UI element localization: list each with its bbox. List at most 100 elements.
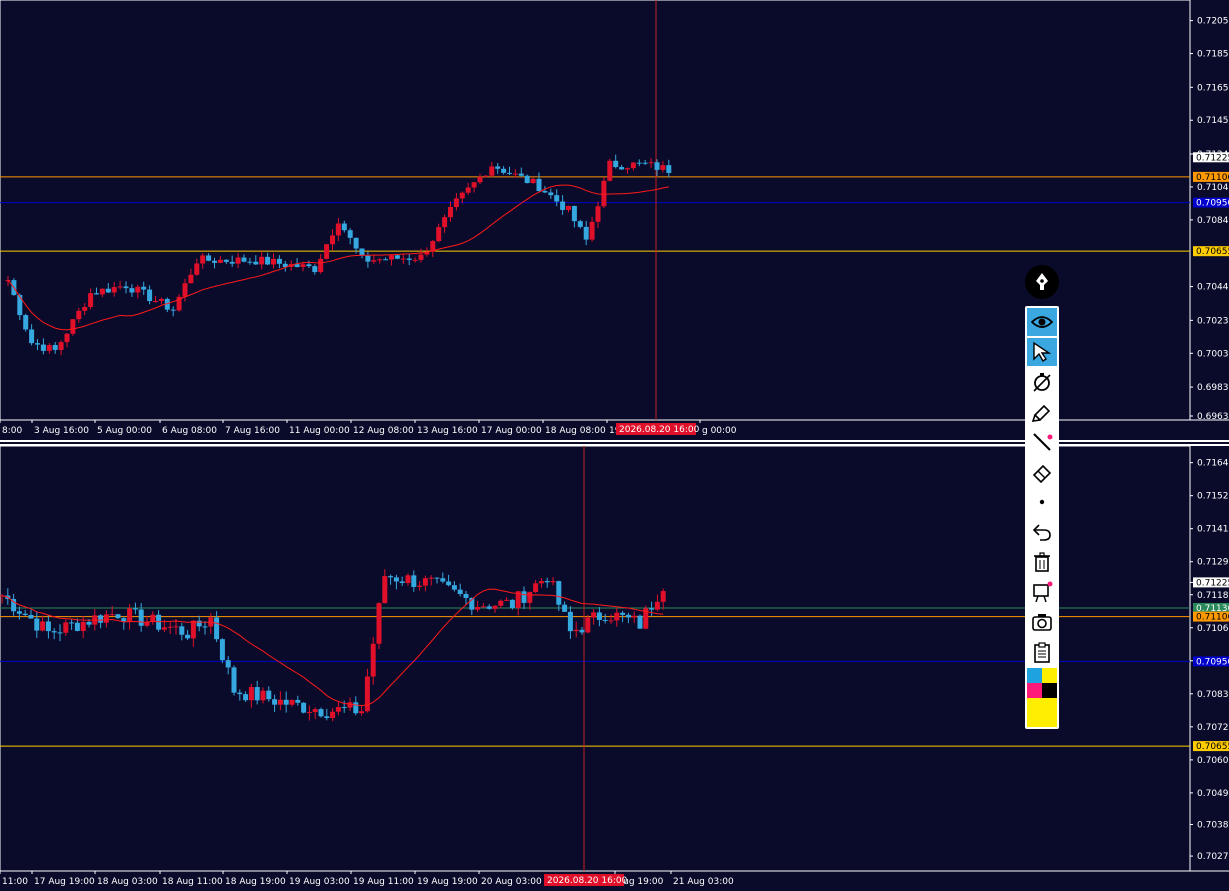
color-swatch-cyan[interactable] — [1027, 668, 1042, 683]
plot-frame — [0, 446, 1191, 872]
candle-body — [147, 289, 153, 302]
candle-body — [554, 195, 560, 202]
candle-body — [243, 694, 249, 701]
candle-body — [219, 639, 225, 661]
eye-icon[interactable] — [1027, 308, 1057, 336]
easel-icon[interactable] — [1027, 578, 1057, 606]
candle-body — [483, 175, 489, 177]
candle-body — [265, 256, 271, 265]
candle-body — [153, 300, 158, 302]
stopwatch-icon[interactable] — [1027, 368, 1057, 396]
color-swatch-black[interactable] — [1042, 683, 1057, 698]
price-tick-label: 0.71855 — [1197, 50, 1229, 60]
color-swatch-yellow[interactable] — [1042, 668, 1057, 683]
candle-body — [495, 166, 501, 169]
eraser-icon[interactable] — [1027, 458, 1057, 486]
price-tick-label: 0.70492 — [1197, 789, 1229, 799]
crosshair-time-label: 2026.08.20 16:00 — [547, 876, 628, 886]
pen-logo-icon[interactable] — [1025, 265, 1059, 299]
trash-icon[interactable] — [1027, 548, 1057, 576]
candle-body — [533, 583, 539, 592]
candle-body — [399, 581, 405, 583]
candle-body — [241, 257, 247, 262]
candle-body — [132, 608, 138, 610]
marker-icon[interactable] — [1027, 398, 1057, 426]
candle-body — [23, 315, 29, 330]
price-tick-label: 0.69830 — [1197, 383, 1229, 393]
clipboard-icon[interactable] — [1027, 638, 1057, 666]
candle-body — [335, 223, 341, 236]
candle-body — [636, 162, 642, 164]
line-tool-icon[interactable] — [1027, 428, 1057, 456]
candle-body — [498, 600, 504, 606]
color-swatch-magenta[interactable] — [1027, 683, 1042, 698]
candle-body — [486, 606, 492, 609]
candle-body — [150, 614, 156, 622]
candle-body — [371, 260, 377, 262]
candle-body — [301, 702, 307, 713]
candle-body — [254, 687, 260, 701]
candle-body — [117, 286, 123, 288]
price-tick-label: 0.70722 — [1197, 723, 1229, 733]
candle-body — [105, 288, 111, 293]
candle-body — [40, 344, 46, 351]
candle-body — [567, 611, 573, 632]
candle-body — [630, 162, 636, 169]
candle-body — [212, 260, 217, 263]
time-tick-label: 11:00 — [2, 877, 28, 887]
plot-frame — [0, 0, 1191, 421]
cursor-arrow-icon[interactable] — [1027, 338, 1057, 366]
candle-body — [376, 603, 382, 644]
drawing-toolbar — [1025, 306, 1059, 729]
candle-body — [341, 707, 347, 709]
candle-body — [69, 622, 75, 624]
candle-body — [556, 581, 562, 605]
candle-body — [247, 261, 253, 263]
candle-body — [601, 180, 607, 207]
dot-icon[interactable] — [1027, 488, 1057, 516]
candle-body — [235, 257, 241, 264]
price-tick-label: 0.70382 — [1197, 820, 1229, 830]
candle-body — [138, 609, 144, 626]
time-tick-label: 13 Aug 16:00 — [417, 426, 478, 436]
candle-body — [524, 175, 530, 184]
candle-body — [365, 255, 371, 262]
time-tick-label: 5 Aug 00:00 — [97, 426, 152, 436]
candle-body — [480, 606, 486, 608]
candle-body — [271, 258, 276, 265]
candle-body — [400, 258, 406, 260]
candle-body — [654, 162, 660, 170]
candle-body — [347, 230, 353, 238]
candle-body — [237, 692, 243, 695]
candle-body — [170, 309, 176, 311]
candle-body — [577, 221, 583, 227]
candle-body — [544, 581, 550, 583]
candle-body — [417, 585, 423, 587]
color-swatch-yellow-large[interactable] — [1027, 698, 1057, 727]
time-tick-label: 21 Aug 03:00 — [673, 877, 734, 887]
candle-body — [548, 192, 554, 196]
candle-body — [70, 319, 76, 334]
candle-body — [109, 614, 115, 616]
price-tick-label: 0.70440 — [1197, 283, 1229, 293]
candle-body — [463, 593, 469, 598]
candle-body — [512, 173, 518, 175]
candle-body — [377, 259, 383, 261]
candle-body — [536, 178, 542, 191]
price-tick-label: 0.71450 — [1197, 116, 1229, 126]
candle-body — [29, 329, 35, 344]
camera-icon[interactable] — [1027, 608, 1057, 636]
candle-body — [614, 612, 620, 621]
price-tag-label: 0.70655 — [1196, 247, 1229, 257]
candle-body — [660, 165, 666, 170]
candle-body — [370, 643, 376, 677]
price-tick-label: 0.72055 — [1197, 17, 1229, 27]
crosshair-time-label: 2026.08.20 16:00 — [619, 425, 700, 435]
candle-body — [585, 617, 591, 633]
undo-icon[interactable] — [1027, 518, 1057, 546]
candle-body — [388, 576, 394, 578]
candle-body — [188, 274, 194, 284]
candle-body — [405, 575, 411, 583]
candle-body — [306, 712, 312, 714]
candle-body — [45, 621, 51, 632]
